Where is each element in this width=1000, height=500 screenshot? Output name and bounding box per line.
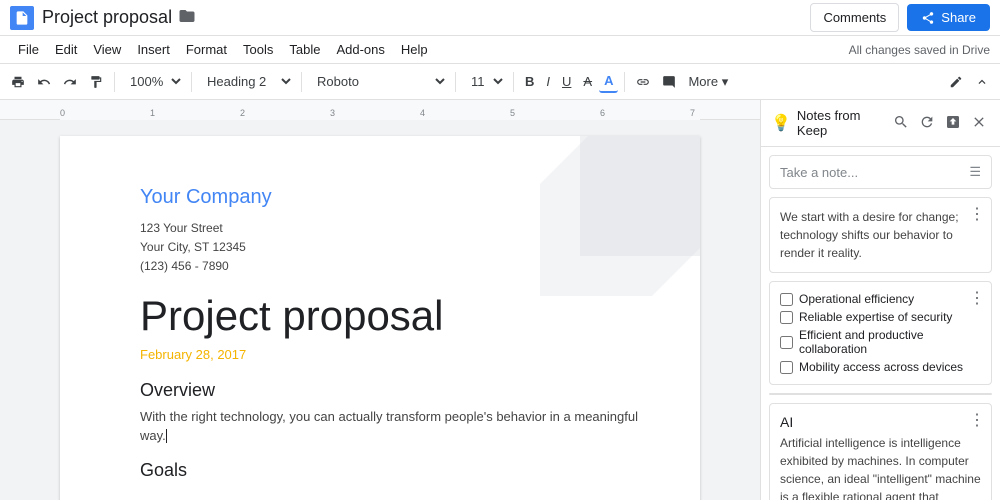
title-actions: Comments Share [810,3,990,32]
menu-table[interactable]: Table [281,38,328,61]
keep-actions [890,111,990,136]
comments-button[interactable]: Comments [810,3,899,32]
check-item-2[interactable]: Reliable expertise of security [780,310,981,324]
ruler: 0 1 2 3 4 5 6 7 [0,100,760,120]
app-icon [10,6,34,30]
pen-button[interactable] [944,72,968,92]
toolbar-divider-5 [513,72,514,92]
check-label-3: Efficient and productive collaboration [799,328,981,356]
fontsize-select[interactable]: 1189101214 [462,70,507,93]
autosave-message: All changes saved in Drive [849,43,990,57]
keep-header: 💡 Notes from Keep [761,100,1000,147]
share-label: Share [941,10,976,25]
keep-expand-button[interactable] [942,111,964,136]
overview-text: With the right technology, you can actua… [140,407,640,446]
keep-card-2: ⋮ Operational efficiency Reliable expert… [769,281,992,385]
keep-body: Take a note... ☰ ⋮ We start with a desir… [761,147,1000,500]
check-label-2: Reliable expertise of security [799,310,952,324]
zoom-select[interactable]: 100%75%125% [121,70,185,93]
keep-card-4-menu[interactable]: ⋮ [969,410,985,430]
toolbar-divider-2 [191,72,192,92]
overview-heading: Overview [140,380,640,401]
page: Your Company 123 Your Street Your City, … [60,136,700,500]
check-label-4: Mobility access across devices [799,360,963,374]
check-item-1[interactable]: Operational efficiency [780,292,981,306]
menu-tools[interactable]: Tools [235,38,281,61]
check-label-1: Operational efficiency [799,292,914,306]
keep-card-3-image: ⋮ [770,394,991,395]
check-1[interactable] [780,293,793,306]
proposal-date: February 28, 2017 [140,347,640,362]
italic-button[interactable]: I [541,71,555,92]
keep-close-button[interactable] [968,111,990,136]
proposal-title: Project proposal [140,291,640,341]
keep-card-4-title: AI [780,414,981,430]
keep-card-4-text: Artificial intelligence is intelligence … [780,434,981,500]
keep-input-placeholder: Take a note... [780,165,858,180]
redo-button[interactable] [58,72,82,92]
menu-format[interactable]: Format [178,38,235,61]
menu-insert[interactable]: Insert [129,38,178,61]
check-item-4[interactable]: Mobility access across devices [780,360,981,374]
main-content: 0 1 2 3 4 5 6 7 Your Company 123 Your St… [0,100,1000,500]
keep-note-input[interactable]: Take a note... ☰ [769,155,992,189]
check-item-3[interactable]: Efficient and productive collaboration [780,328,981,356]
toolbar: 100%75%125% Heading 2Normal textHeading … [0,64,1000,100]
keep-card-1-menu[interactable]: ⋮ [969,204,985,224]
keep-card-2-menu[interactable]: ⋮ [969,288,985,308]
underline-button[interactable]: U [557,71,576,92]
menu-file[interactable]: File [10,38,47,61]
keep-refresh-button[interactable] [916,111,938,136]
link-button[interactable] [631,72,655,92]
goals-heading: Goals [140,460,640,481]
more-button[interactable]: More ▾ [683,71,733,93]
undo-button[interactable] [32,72,56,92]
keep-input-menu-icon: ☰ [969,164,981,180]
menu-help[interactable]: Help [393,38,436,61]
document-title[interactable]: Project proposal [42,7,172,28]
keep-checklist: Operational efficiency Reliable expertis… [780,292,981,374]
title-bar: Project proposal Comments Share [0,0,1000,36]
menu-bar: File Edit View Insert Format Tools Table… [0,36,1000,64]
menu-addons[interactable]: Add-ons [328,38,392,61]
doc-scroll-area[interactable]: Your Company 123 Your Street Your City, … [0,120,760,500]
keep-title: Notes from Keep [797,108,884,138]
check-2[interactable] [780,311,793,324]
menu-view[interactable]: View [85,38,129,61]
font-select[interactable]: RobotoArialTimes New Roman [308,70,449,93]
keep-search-button[interactable] [890,111,912,136]
ruler-inner: 0 1 2 3 4 5 6 7 [60,100,700,120]
keep-card-4: ⋮ AI Artificial intelligence is intellig… [769,403,992,500]
check-4[interactable] [780,361,793,374]
paint-button[interactable] [84,72,108,92]
keep-card-1: ⋮ We start with a desire for change; tec… [769,197,992,273]
strikethrough-button[interactable]: A [578,71,597,92]
document-area: 0 1 2 3 4 5 6 7 Your Company 123 Your St… [0,100,760,500]
keep-card-3: ⋮ [769,393,992,395]
bg-shape-2 [580,136,700,256]
textcolor-button[interactable]: A [599,70,618,93]
menu-edit[interactable]: Edit [47,38,85,61]
toolbar-divider-1 [114,72,115,92]
share-button[interactable]: Share [907,4,990,31]
keep-image-svg [770,394,991,395]
folder-icon[interactable] [178,7,196,28]
toolbar-divider-3 [301,72,302,92]
style-select[interactable]: Heading 2Normal textHeading 1Heading 3 [198,70,295,93]
keep-bulb-icon: 💡 [771,113,791,133]
toolbar-divider-6 [624,72,625,92]
toolbar-divider-4 [455,72,456,92]
comment-button[interactable] [657,72,681,92]
collapse-button[interactable] [970,72,994,92]
bold-button[interactable]: B [520,71,539,92]
keep-panel: 💡 Notes from Keep Take a note.. [760,100,1000,500]
print-button[interactable] [6,72,30,92]
check-3[interactable] [780,336,793,349]
keep-card-1-text: We start with a desire for change; techn… [780,208,981,262]
